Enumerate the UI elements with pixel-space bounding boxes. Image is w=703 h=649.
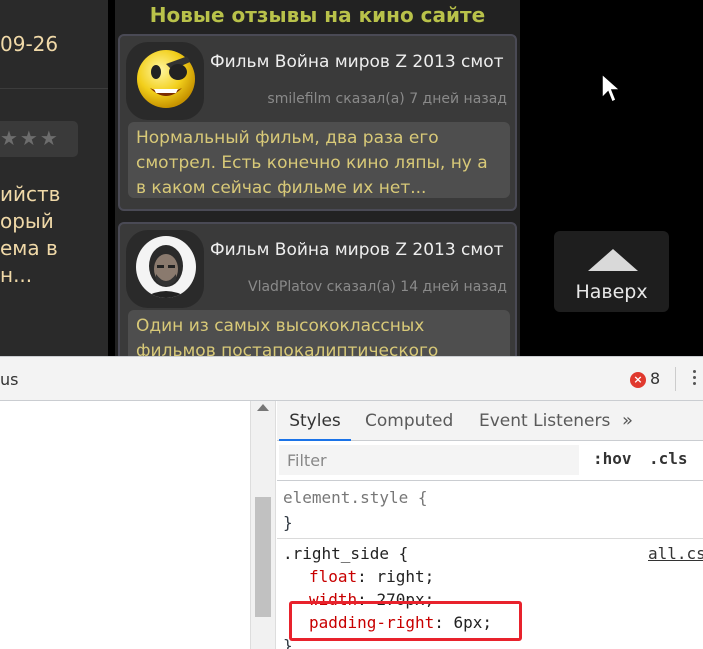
scrollbar-thumb[interactable] <box>255 497 271 617</box>
review-card[interactable]: Фильм Война миров Z 2013 смот VladPlatov… <box>118 222 517 356</box>
review-text[interactable]: Нормальный фильм, два раза его смотрел. … <box>128 122 510 198</box>
stylesheet-source-link[interactable]: all.cs <box>648 542 703 565</box>
left-column: 09-26 ★★★ ийств орый ема в н... <box>0 0 108 356</box>
class-toggle[interactable]: .cls <box>649 449 688 468</box>
tab-computed[interactable]: Computed <box>365 401 453 441</box>
excerpt-line: ема в <box>0 236 58 260</box>
hover-state-toggle[interactable]: :hov <box>593 449 632 468</box>
element-style-selector: element.style { <box>283 488 428 507</box>
rating-stars[interactable]: ★★★ <box>0 121 78 157</box>
review-film-link[interactable]: Фильм Война миров Z 2013 смот <box>210 240 510 260</box>
scroll-to-top-button[interactable]: Наверх <box>554 231 669 312</box>
kebab-menu-icon[interactable] <box>692 367 698 391</box>
divider <box>0 88 108 89</box>
devtools-toolbar: us × 8 <box>0 357 703 401</box>
website-viewport: 09-26 ★★★ ийств орый ема в н... Новые от… <box>0 0 703 356</box>
tab-event-listeners[interactable]: Event Listeners <box>479 401 610 441</box>
arrow-up-icon <box>588 249 638 271</box>
user-photo-avatar[interactable] <box>136 236 196 298</box>
error-counter[interactable]: × 8 <box>630 369 660 389</box>
review-card[interactable]: Фильм Война миров Z 2013 смот smilefilm … <box>118 34 517 211</box>
elements-tree-pane[interactable] <box>0 401 250 649</box>
error-count: 8 <box>650 369 661 388</box>
vertical-scrollbar[interactable] <box>250 401 276 649</box>
highlight-annotation <box>289 601 522 641</box>
reviews-panel: Новые отзывы на кино сайте Фильм Война м… <box>115 0 520 356</box>
scroll-to-top-label: Наверх <box>575 281 648 303</box>
css-property-value[interactable]: right; <box>376 567 434 586</box>
error-icon: × <box>630 372 646 388</box>
excerpt-line: н... <box>0 263 33 287</box>
css-property-name[interactable]: float <box>309 567 357 586</box>
excerpt-line: орый <box>0 209 54 233</box>
divider <box>675 367 676 391</box>
rule-close-brace: } <box>283 513 293 532</box>
breadcrumb-fragment[interactable]: us <box>0 370 18 389</box>
css-declaration[interactable]: float: right; <box>309 565 434 588</box>
excerpt-line: ийств <box>0 182 61 206</box>
styles-filter-input[interactable] <box>279 445 579 475</box>
more-tabs-chevron-icon[interactable]: » <box>622 401 633 441</box>
tab-styles[interactable]: Styles <box>279 401 351 441</box>
avatar-frame <box>126 42 204 120</box>
post-date: 09-26 <box>0 32 59 56</box>
review-meta: smilefilm сказал(а) 7 дней назад <box>267 91 507 107</box>
rule-selector[interactable]: .right_side { <box>283 542 408 565</box>
sidebar-tabs: Styles Computed Event Listeners » <box>277 401 703 441</box>
review-film-link[interactable]: Фильм Война миров Z 2013 смот <box>210 52 510 72</box>
review-text[interactable]: Один из самых высококлассных фильмов пос… <box>128 310 510 356</box>
post-excerpt[interactable]: ийств орый ема в н... <box>0 181 108 289</box>
smiley-avatar[interactable] <box>136 48 196 110</box>
scroll-up-arrow-icon[interactable] <box>257 404 269 411</box>
avatar-frame <box>126 230 204 308</box>
reviews-title: Новые отзывы на кино сайте <box>149 3 486 27</box>
styles-filter-bar: :hov .cls <box>277 441 703 481</box>
review-meta: VladPlatov сказал(а) 14 дней назад <box>248 279 507 295</box>
element-style-rule[interactable]: element.style { } <box>277 483 703 539</box>
mouse-cursor-icon <box>601 72 622 104</box>
